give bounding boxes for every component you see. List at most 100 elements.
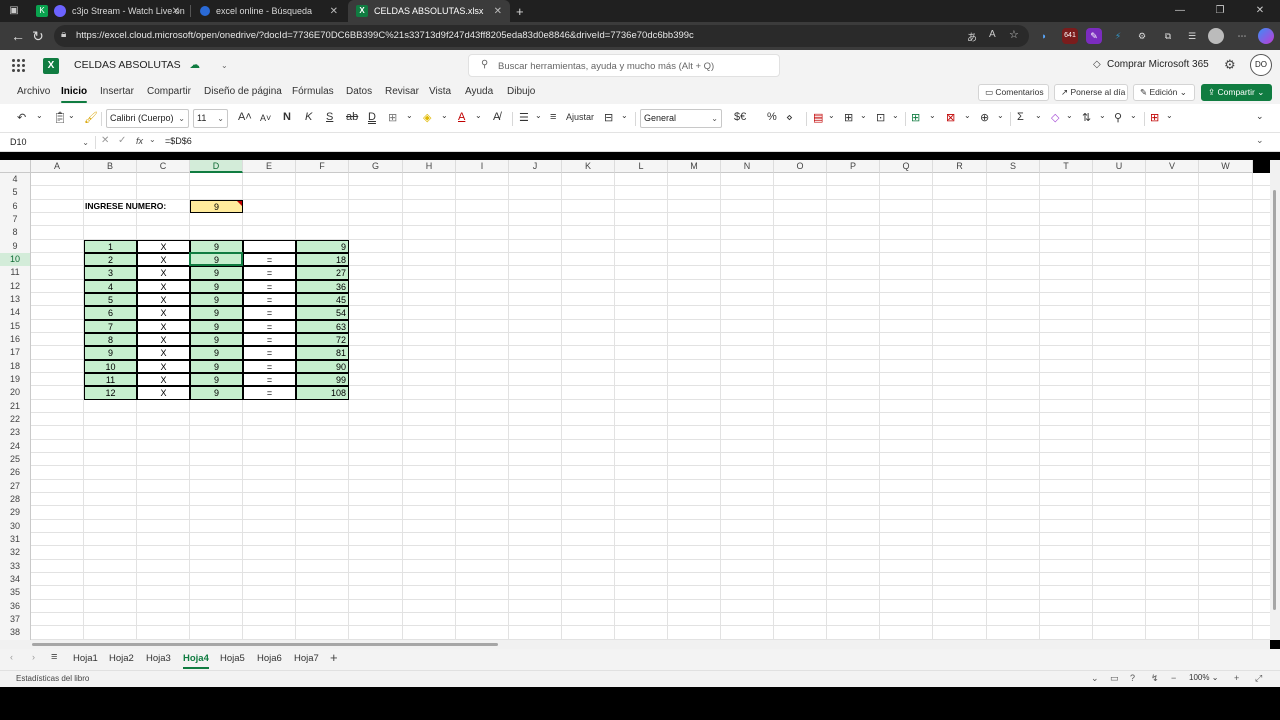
cancel-icon[interactable]: ✕ <box>101 135 109 146</box>
row-header-20[interactable]: 20 <box>0 386 31 400</box>
zoom-out-icon[interactable]: − <box>1171 673 1176 683</box>
percent-icon[interactable]: % <box>767 111 777 123</box>
table-cell-multiplier[interactable]: 2 <box>84 252 137 267</box>
table-cell-times[interactable]: X <box>137 279 190 293</box>
tab-vista[interactable]: Vista <box>429 86 451 97</box>
font-size-dropdown[interactable]: 11 ⌄ <box>193 109 228 128</box>
tab-dibujo[interactable]: Dibujo <box>507 86 535 97</box>
wrap-text-icon[interactable]: ≡ <box>550 111 556 123</box>
chevron-down-icon[interactable]: ⌄ <box>860 111 867 120</box>
sort-filter-icon[interactable]: ⇅ <box>1082 111 1091 124</box>
row-header-9[interactable]: 9 <box>0 239 31 253</box>
row-header-16[interactable]: 16 <box>0 332 31 347</box>
table-cell-result[interactable]: 99 <box>296 372 349 387</box>
column-header-h[interactable]: H <box>403 160 456 173</box>
column-header-m[interactable]: M <box>668 160 721 173</box>
profile-icon[interactable] <box>1208 28 1224 44</box>
table-cell-number[interactable]: 9 <box>190 319 243 333</box>
name-box[interactable]: D10 ⌄ <box>6 135 92 150</box>
row-header-23[interactable]: 23 <box>0 426 31 440</box>
chevron-down-icon[interactable]: ⌄ <box>82 135 89 150</box>
chevron-down-icon[interactable]: ⌄ <box>221 61 228 70</box>
row-header-24[interactable]: 24 <box>0 439 31 453</box>
browser-tab[interactable]: excel online - Búsqueda ✕ <box>192 0 346 22</box>
comments-button[interactable]: ▭ Comentarios <box>978 84 1049 101</box>
strikethrough-icon[interactable]: ab <box>346 111 358 123</box>
table-cell-equals[interactable]: = <box>243 332 296 347</box>
table-cell-times[interactable]: X <box>137 239 190 253</box>
table-cell-times[interactable]: X <box>137 372 190 387</box>
row-header-34[interactable]: 34 <box>0 572 31 587</box>
table-cell-result[interactable]: 108 <box>296 386 349 400</box>
column-header-c[interactable]: C <box>137 160 190 173</box>
row-header-4[interactable]: 4 <box>0 173 31 187</box>
browser-tab-active[interactable]: X CELDAS ABSOLUTAS.xlsx ✕ <box>348 0 510 22</box>
prev-sheet-icon[interactable]: ‹ <box>10 652 13 662</box>
row-header-22[interactable]: 22 <box>0 412 31 427</box>
sheet-tab-hoja3[interactable]: Hoja3 <box>146 653 171 664</box>
chevron-down-icon[interactable]: ⌄ <box>68 111 75 120</box>
table-cell-number[interactable]: 9 <box>190 372 243 387</box>
chevron-down-icon[interactable]: ⌄ <box>1099 111 1106 120</box>
row-header-37[interactable]: 37 <box>0 612 31 627</box>
tab-diseno-de-pagina[interactable]: Diseño de página <box>204 86 282 97</box>
wrap-text-label[interactable]: Ajustar <box>566 112 594 122</box>
formula-input[interactable]: =$D$6 <box>165 136 192 146</box>
search-input[interactable]: ⚲ Buscar herramientas, ayuda y mucho más… <box>468 54 780 77</box>
normal-view-icon[interactable]: ▭ <box>1110 673 1119 684</box>
table-cell-multiplier[interactable]: 5 <box>84 292 137 307</box>
tab-revisar[interactable]: Revisar <box>385 86 419 97</box>
sheet-tab-hoja4[interactable]: Hoja4 <box>183 653 209 669</box>
sheet-tab-hoja6[interactable]: Hoja6 <box>257 653 282 664</box>
table-cell-equals[interactable]: = <box>243 359 296 373</box>
sheet-tab-hoja1[interactable]: Hoja1 <box>73 653 98 664</box>
label-cell[interactable]: INGRESE NUMERO: <box>84 200 190 213</box>
column-header-u[interactable]: U <box>1093 160 1146 173</box>
restore-icon[interactable]: ❐ <box>1200 0 1240 22</box>
row-header-11[interactable]: 11 <box>0 266 31 280</box>
chevron-down-icon[interactable]: ⌄ <box>535 111 542 120</box>
table-cell-times[interactable]: X <box>137 319 190 333</box>
close-tab-icon[interactable]: ✕ <box>172 6 180 17</box>
horizontal-scrollbar[interactable] <box>0 640 1270 649</box>
insert-cells-icon[interactable]: ⊞ <box>911 111 920 124</box>
column-header-l[interactable]: L <box>615 160 668 173</box>
table-cell-number[interactable]: 9 <box>190 239 243 253</box>
table-cell-result[interactable]: 81 <box>296 346 349 360</box>
favorite-star-icon[interactable]: ☆ <box>1009 28 1019 41</box>
column-header-s[interactable]: S <box>987 160 1040 173</box>
document-title[interactable]: CELDAS ABSOLUTAS ☁ ⌄ <box>74 59 228 71</box>
row-header-26[interactable]: 26 <box>0 466 31 480</box>
more-icon[interactable]: ⋯ <box>1234 28 1250 44</box>
table-cell-number[interactable]: 9 <box>190 266 243 280</box>
paste-icon[interactable]: 📋︎ <box>53 111 67 124</box>
table-cell-multiplier[interactable]: 8 <box>84 332 137 347</box>
column-header-r[interactable]: R <box>933 160 987 173</box>
all-sheets-icon[interactable]: ≡ <box>51 651 57 663</box>
table-cell-equals[interactable]: = <box>243 252 296 267</box>
close-tab-icon[interactable]: ✕ <box>494 6 502 17</box>
column-header-t[interactable]: T <box>1040 160 1093 173</box>
row-header-27[interactable]: 27 <box>0 479 31 493</box>
currency-icon[interactable]: $€ <box>734 111 746 123</box>
autosum-icon[interactable]: Σ <box>1017 111 1024 123</box>
bold-icon[interactable]: N <box>283 111 291 123</box>
extension-icon[interactable]: ✎ <box>1086 28 1102 44</box>
chevron-down-icon[interactable]: ⌄ <box>149 135 156 144</box>
table-cell-times[interactable]: X <box>137 266 190 280</box>
row-header-35[interactable]: 35 <box>0 586 31 600</box>
table-cell-multiplier[interactable]: 7 <box>84 319 137 333</box>
table-cell-times[interactable]: X <box>137 386 190 400</box>
row-header-28[interactable]: 28 <box>0 492 31 507</box>
expand-formula-icon[interactable]: ⌄ <box>1256 135 1264 146</box>
table-cell-result[interactable]: 54 <box>296 306 349 320</box>
table-cell-equals[interactable]: = <box>243 306 296 320</box>
row-header-31[interactable]: 31 <box>0 532 31 547</box>
table-cell-times[interactable]: X <box>137 346 190 360</box>
vertical-scrollbar[interactable] <box>1270 160 1280 640</box>
find-icon[interactable]: ⚲ <box>1114 111 1122 124</box>
confirm-icon[interactable]: ✓ <box>118 135 126 146</box>
italic-icon[interactable]: K <box>305 111 312 123</box>
clear-formatting-icon[interactable]: A̸ <box>493 111 500 123</box>
column-header-d[interactable]: D <box>190 160 243 173</box>
